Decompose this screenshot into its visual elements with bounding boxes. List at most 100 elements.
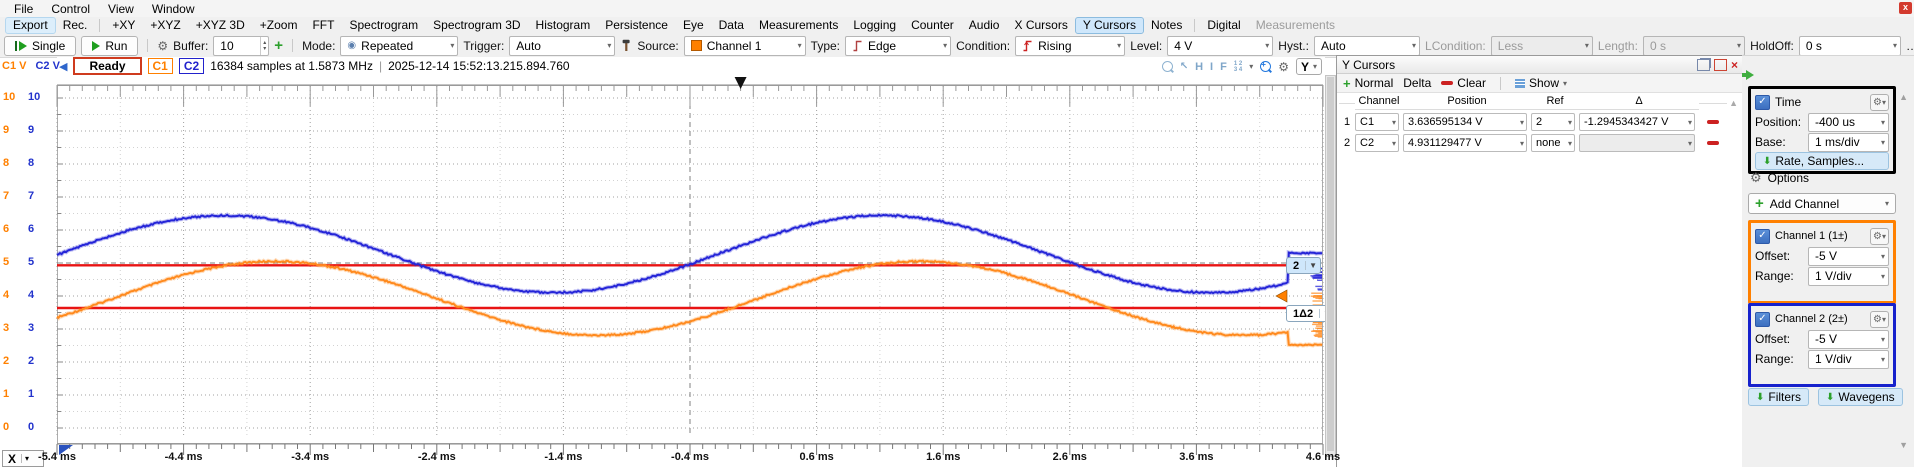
toolbar-overflow-button[interactable]: … [1906,39,1914,53]
plot-scrollbar[interactable] [1325,75,1336,457]
table-scroll-up-icon[interactable]: ▲ [1729,98,1738,108]
cursor-position-select[interactable]: 4.931129477 V▾ [1403,134,1527,152]
edge-measure-icon[interactable]: F [1220,61,1227,73]
buffer-stepper[interactable]: 10 ▴▾ [213,36,269,56]
y-axis-selector[interactable]: Y ▾ [1296,58,1322,75]
tab-persistence[interactable]: Persistence [598,18,675,33]
tab-export[interactable]: Export [6,18,55,33]
cursor-ref-select[interactable]: 2▾ [1531,113,1575,131]
buffer-gear-icon[interactable]: ⚙ [157,39,168,53]
cursor-channel-select[interactable]: C2▾ [1355,134,1399,152]
quick-measure-icon[interactable]: 1 23 4 [1234,61,1242,73]
close-panel-icon[interactable]: × [1731,60,1738,70]
cursor-ref-select[interactable]: none▾ [1531,134,1575,152]
y-cursors-titlebar[interactable]: Y Cursors × [1337,56,1743,74]
tab-xyz[interactable]: +XYZ [143,18,187,33]
tab-counter[interactable]: Counter [904,18,961,33]
horizontal-measure-icon[interactable]: H [1195,61,1203,73]
holdoff-select[interactable]: 0 s ▾ [1799,36,1901,56]
channel1-badge[interactable]: C1 [148,58,173,74]
tab-histogram[interactable]: Histogram [529,18,598,33]
channel1-settings-box: ✓ Channel 1 (1±) ⚙▾ Offset: -5 V ▾ Range… [1748,220,1896,304]
channel2-range-select[interactable]: 1 V/div ▾ [1808,350,1889,369]
type-select[interactable]: Edge ▾ [845,36,951,56]
channel2-offset-select[interactable]: -5 V ▾ [1808,330,1889,349]
time-options-button[interactable]: ⚙▾ [1870,94,1889,111]
pointer-tool-icon[interactable]: ↖ [1180,61,1188,72]
options-button[interactable]: ⚙ Options [1750,170,1809,186]
hysteresis-select[interactable]: Auto ▾ [1314,36,1420,56]
condition-select[interactable]: Rising ▾ [1015,36,1125,56]
channel2-badge[interactable]: C2 [179,58,204,74]
tab-spectrogram-3d[interactable]: Spectrogram 3D [426,18,527,33]
chevron-down-icon[interactable]: ▾ [1249,62,1253,71]
tab-xy[interactable]: +XY [105,18,142,33]
tab-rec[interactable]: Rec. [56,18,95,33]
expand-panel-icon[interactable] [1746,70,1754,80]
plot-settings-icon[interactable]: ⚙ [1278,60,1289,74]
cursor-table: ChannelPositionRefΔ1C1▾3.636595134 V▾2▾-… [1337,93,1743,152]
tab-x-cursors[interactable]: X Cursors [1007,18,1074,33]
x-axis-tick: -3.4 ms [278,451,342,463]
wavegens-button[interactable]: ⬇ Wavegens [1818,388,1903,406]
tab-digital[interactable]: Digital [1200,18,1247,33]
menu-window[interactable]: Window [144,1,203,17]
remove-cursor-button[interactable] [1699,141,1727,145]
add-buffer-icon[interactable]: + [274,37,283,54]
menu-view[interactable]: View [100,1,142,17]
channel1-offset-select[interactable]: -5 V ▾ [1808,247,1889,266]
tab-logging[interactable]: Logging [846,18,903,33]
zoom-icon[interactable] [1162,61,1173,72]
tab-xyz-3d[interactable]: +XYZ 3D [189,18,252,33]
time-base-select[interactable]: 1 ms/div ▾ [1808,133,1889,152]
channel1-options-button[interactable]: ⚙▾ [1870,228,1889,245]
trigger-select[interactable]: Auto ▾ [509,36,615,56]
cursor-delta-select[interactable]: -1.2945343427 V▾ [1579,113,1695,131]
level-select[interactable]: 4 V ▾ [1167,36,1273,56]
chevron-down-icon[interactable]: ▼ [1305,261,1320,270]
remove-cursor-button[interactable] [1699,120,1727,124]
channel1-enabled-checkbox[interactable]: ✓ [1755,229,1770,244]
menu-file[interactable]: File [6,1,41,17]
channel2-enabled-checkbox[interactable]: ✓ [1755,312,1770,327]
add-delta-cursor-button[interactable]: Delta [1403,76,1431,90]
stepper-arrows-icon[interactable]: ▴▾ [260,37,268,55]
tab-audio[interactable]: Audio [962,18,1007,33]
add-normal-cursor-button[interactable]: + Normal [1343,76,1393,91]
clear-cursors-button[interactable]: Clear [1441,76,1486,90]
tab-spectrogram[interactable]: Spectrogram [342,18,425,33]
sidebar-scroll-down-icon[interactable]: ▼ [1899,440,1908,450]
vertical-measure-icon[interactable]: I [1210,61,1213,73]
cursor-channel-select[interactable]: C1▾ [1355,113,1399,131]
collapse-axis-icon[interactable]: ◀ [59,60,67,73]
add-channel-button[interactable]: + Add Channel ▾ [1748,193,1896,214]
channel2-options-button[interactable]: ⚙▾ [1870,311,1889,328]
mode-select[interactable]: ◉ Repeated ▾ [340,36,458,56]
single-button[interactable]: Single [4,36,76,56]
rate-samples-button[interactable]: ⬇ Rate, Samples... [1755,152,1889,170]
zoom-in-icon[interactable]: + [1260,61,1271,72]
run-button[interactable]: Run [81,36,138,56]
tab-zoom[interactable]: +Zoom [253,18,305,33]
tab-data[interactable]: Data [712,18,751,33]
sidebar-scroll-up-icon[interactable]: ▲ [1899,92,1908,102]
cursor-position-select[interactable]: 3.636595134 V▾ [1403,113,1527,131]
tab-y-cursors[interactable]: Y Cursors [1076,18,1143,33]
table-header: Position [1403,95,1531,110]
source-select[interactable]: Channel 1 ▾ [684,36,806,56]
show-menu-button[interactable]: Show ▾ [1515,76,1567,90]
time-enabled-checkbox[interactable]: ✓ [1755,95,1770,110]
window-close-button[interactable]: x [1899,2,1912,14]
menu-control[interactable]: Control [43,1,98,17]
tab-eye[interactable]: Eye [676,18,711,33]
channel1-range-select[interactable]: 1 V/div ▾ [1808,267,1889,286]
tab-fft[interactable]: FFT [305,18,341,33]
tab-measurements[interactable]: Measurements [752,18,845,33]
float-panel-icon[interactable] [1697,59,1710,71]
normal-label: Normal [1355,76,1394,90]
cursor2-badge[interactable]: 2 ▼ [1286,257,1321,274]
maximize-panel-icon[interactable] [1714,59,1727,71]
time-position-select[interactable]: -400 us ▾ [1808,113,1889,132]
tab-notes[interactable]: Notes [1144,18,1189,33]
filters-button[interactable]: ⬇ Filters [1748,388,1809,406]
